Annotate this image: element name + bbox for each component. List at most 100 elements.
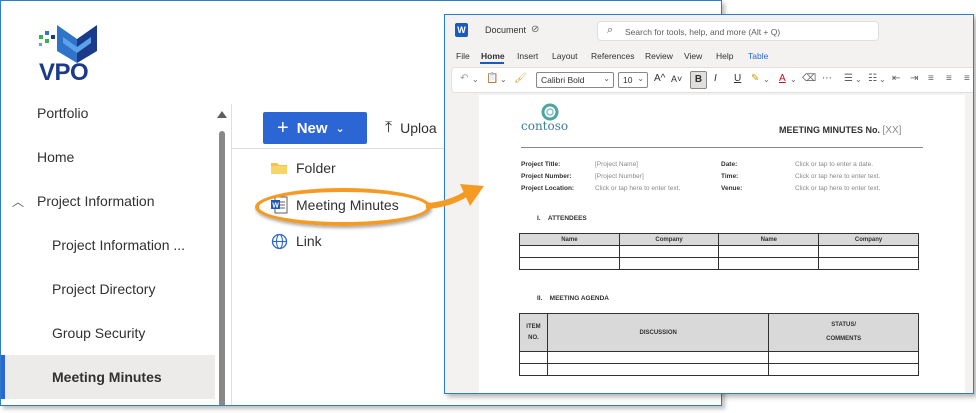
increase-indent-icon[interactable]: ⇥ xyxy=(910,73,918,84)
table-header: Name xyxy=(718,233,820,246)
section-title: MEETING AGENDA xyxy=(549,295,610,302)
nav-item-label: Group Security xyxy=(52,325,146,341)
new-menu-folder[interactable]: Folder xyxy=(269,156,336,180)
title-number: [XX] xyxy=(882,125,902,136)
venue-value[interactable]: Click or tap here to enter text. xyxy=(795,185,880,192)
date-label: Date: xyxy=(721,161,738,168)
project-number-value[interactable]: [Project Number] xyxy=(595,173,644,180)
meeting-minutes-title[interactable]: MEETING MINUTES No. [XX] xyxy=(779,125,901,136)
table-header: Company xyxy=(618,233,720,246)
numbering-dropdown-chevron-icon[interactable]: ⌄ xyxy=(879,75,886,84)
chevron-down-icon: ⌄ xyxy=(637,74,644,83)
upload-button-label: Uploa xyxy=(400,120,437,136)
divider xyxy=(521,147,923,148)
nav-item-project-information-sub[interactable]: Project Information ... xyxy=(1,223,215,267)
table-header: Company xyxy=(818,233,919,246)
new-button[interactable]: + New ⌄ xyxy=(263,112,367,144)
tab-references[interactable]: References xyxy=(591,51,634,61)
folder-icon xyxy=(269,159,289,177)
nav-item-project-directory[interactable]: Project Directory xyxy=(1,267,215,311)
nav-scrollbar[interactable] xyxy=(216,111,228,405)
highlight-color-icon[interactable]: ✎ xyxy=(751,73,759,84)
menu-item-label: Link xyxy=(296,233,322,249)
chevron-up-icon[interactable]: ︿ xyxy=(12,193,24,210)
header-status: STATUS/ xyxy=(831,322,857,329)
bold-button[interactable]: B xyxy=(690,71,707,89)
font-size-select[interactable]: 10 ⌄ xyxy=(618,72,648,88)
scroll-thumb[interactable] xyxy=(219,131,225,405)
tab-help[interactable]: Help xyxy=(716,51,733,61)
table-header: STATUS/ COMMENTS xyxy=(768,313,919,352)
font-color-dropdown-chevron-icon[interactable]: ⌄ xyxy=(790,75,797,84)
table-row[interactable] xyxy=(519,363,919,376)
tab-home[interactable]: Home xyxy=(481,51,505,61)
table-row[interactable] xyxy=(519,257,919,270)
search-placeholder: Search for tools, help, and more (Alt + … xyxy=(625,27,781,37)
paste-dropdown-chevron-icon[interactable]: ⌄ xyxy=(500,75,507,84)
nav-item-meeting-minutes[interactable]: Meeting Minutes xyxy=(1,355,215,399)
search-icon: ⌕ xyxy=(607,24,614,36)
align-right-icon[interactable]: ≡ xyxy=(964,73,970,84)
table-header: Name xyxy=(519,233,620,246)
font-name-value: Calibri Bold xyxy=(541,75,585,85)
document-canvas[interactable]: contoso MEETING MINUTES No. [XX] Project… xyxy=(445,95,973,393)
font-color-icon[interactable]: A xyxy=(779,73,786,84)
document-name[interactable]: Document xyxy=(485,25,526,35)
underline-button[interactable]: U xyxy=(734,73,741,84)
project-location-label: Project Location: xyxy=(521,185,575,192)
section-attendees-heading: I. ATTENDEES xyxy=(537,215,587,222)
search-box[interactable]: ⌕ Search for tools, help, and more (Alt … xyxy=(597,21,879,41)
shrink-font-icon[interactable]: A˅ xyxy=(671,74,682,84)
table-row[interactable] xyxy=(519,245,919,258)
chevron-down-icon: ⌄ xyxy=(335,122,345,135)
word-app-icon: W xyxy=(455,23,468,37)
font-name-select[interactable]: Calibri Bold ⌄ xyxy=(536,72,614,88)
word-ribbon: ↶ ⌄ 📋 ⌄ 🖌 Calibri Bold ⌄ 10 ⌄ A^ A˅ B I … xyxy=(451,67,973,93)
format-painter-icon[interactable]: 🖌 xyxy=(514,73,527,84)
nav-item-group-security[interactable]: Group Security xyxy=(1,311,215,355)
tab-review[interactable]: Review xyxy=(645,51,673,61)
tab-file[interactable]: File xyxy=(456,51,470,61)
tab-table[interactable]: Table xyxy=(748,51,768,61)
attendees-table[interactable]: Name Company Name Company xyxy=(519,233,919,270)
align-left-icon[interactable]: ≡ xyxy=(928,73,934,84)
title-text: MEETING MINUTES No. xyxy=(779,125,880,135)
grow-font-icon[interactable]: A^ xyxy=(654,73,665,84)
new-menu-link[interactable]: Link xyxy=(269,229,322,253)
section-agenda-heading: II. MEETING AGENDA xyxy=(537,295,609,302)
italic-button[interactable]: I xyxy=(714,73,717,84)
upload-button[interactable]: ⤒ Uploa xyxy=(385,117,437,139)
date-value[interactable]: Click or tap to enter a date. xyxy=(795,161,873,168)
undo-dropdown-chevron-icon[interactable]: ⌄ xyxy=(472,75,479,84)
table-header: DISCUSSION xyxy=(546,313,770,352)
scroll-up-arrow-icon[interactable] xyxy=(217,111,227,118)
time-value[interactable]: Click or tap here to enter text. xyxy=(795,173,880,180)
document-page[interactable]: contoso MEETING MINUTES No. [XX] Project… xyxy=(479,95,965,393)
clear-formatting-icon[interactable]: ⌫ xyxy=(802,73,816,84)
tab-layout[interactable]: Layout xyxy=(552,51,578,61)
chevron-down-icon: ⌄ xyxy=(603,74,610,83)
more-options-icon[interactable]: ⋯ xyxy=(822,73,832,84)
align-center-icon[interactable]: ≡ xyxy=(946,73,952,84)
nav-item-project-information[interactable]: ︿ Project Information xyxy=(1,179,215,223)
project-location-value[interactable]: Click or tap here to enter text. xyxy=(595,185,680,192)
numbering-icon[interactable]: ☷ xyxy=(868,73,877,84)
paste-icon[interactable]: 📋 xyxy=(486,73,498,84)
table-row[interactable] xyxy=(519,351,919,364)
tab-insert[interactable]: Insert xyxy=(517,51,538,61)
agenda-table[interactable]: ITEM NO. DISCUSSION STATUS/ COMMENTS xyxy=(519,313,919,376)
nav-item-label: Portfolio xyxy=(37,105,89,121)
nav-item-portfolio[interactable]: Portfolio xyxy=(1,95,215,131)
header-item-no: NO. xyxy=(528,334,539,341)
decrease-indent-icon[interactable]: ⇤ xyxy=(892,73,900,84)
undo-icon[interactable]: ↶ xyxy=(460,73,468,84)
tab-view[interactable]: View xyxy=(684,51,702,61)
project-title-value[interactable]: [Project Name] xyxy=(595,161,638,168)
contoso-logo-text: contoso xyxy=(521,119,569,133)
bullets-dropdown-chevron-icon[interactable]: ⌄ xyxy=(855,75,862,84)
new-button-label: New xyxy=(296,119,328,137)
bullets-icon[interactable]: ☰ xyxy=(844,73,853,84)
highlight-dropdown-chevron-icon[interactable]: ⌄ xyxy=(763,75,770,84)
nav-item-home[interactable]: Home xyxy=(1,135,215,179)
save-status-icon[interactable]: ⊘ xyxy=(531,24,539,35)
